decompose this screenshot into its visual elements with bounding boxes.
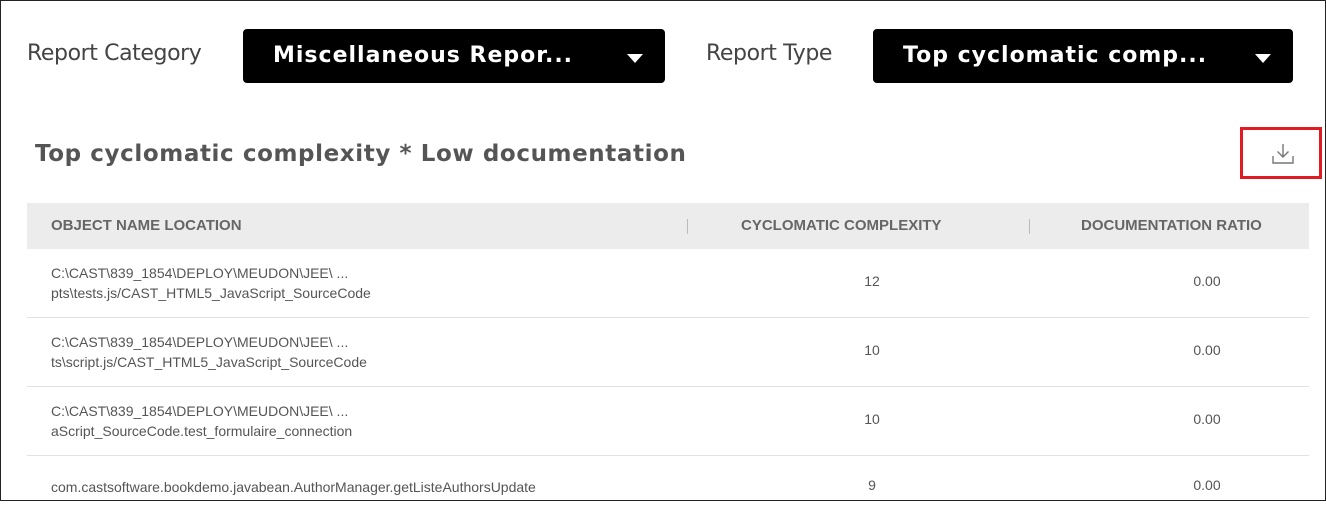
- report-category-label: Report Category: [27, 41, 202, 66]
- object-name-cell: C:\CAST\839_1854\DEPLOY\MEUDON\JEE\ ... …: [51, 332, 367, 372]
- object-name-cell: com.castsoftware.bookdemo.javabean.Autho…: [51, 477, 536, 497]
- section-title: Top cyclomatic complexity * Low document…: [35, 141, 687, 167]
- object-name-cell: C:\CAST\839_1854\DEPLOY\MEUDON\JEE\ ... …: [51, 401, 352, 441]
- report-category-select[interactable]: Miscellaneous Repor...: [243, 29, 665, 83]
- report-type-label: Report Type: [706, 41, 833, 66]
- column-divider: [687, 219, 688, 234]
- column-header-documentation-ratio[interactable]: DOCUMENTATION RATIO: [1081, 203, 1262, 249]
- column-divider: [1029, 219, 1030, 234]
- object-path-line: ts\script.js/CAST_HTML5_JavaScript_Sourc…: [51, 354, 367, 370]
- complexity-cell: 9: [868, 477, 876, 493]
- doc-ratio-cell: 0.00: [1193, 411, 1221, 427]
- table-header: OBJECT NAME LOCATION CYCLOMATIC COMPLEXI…: [27, 203, 1309, 249]
- chevron-down-icon: [1255, 54, 1271, 63]
- table-row[interactable]: C:\CAST\839_1854\DEPLOY\MEUDON\JEE\ ... …: [27, 249, 1309, 318]
- chevron-down-icon: [627, 54, 643, 63]
- complexity-cell: 10: [864, 411, 880, 427]
- doc-ratio-cell: 0.00: [1193, 342, 1221, 358]
- report-table: OBJECT NAME LOCATION CYCLOMATIC COMPLEXI…: [27, 203, 1309, 518]
- object-path-line: C:\CAST\839_1854\DEPLOY\MEUDON\JEE\ ...: [51, 334, 349, 350]
- object-name-cell: C:\CAST\839_1854\DEPLOY\MEUDON\JEE\ ... …: [51, 263, 371, 303]
- object-path-line: pts\tests.js/CAST_HTML5_JavaScript_Sourc…: [51, 285, 371, 301]
- download-icon: [1272, 144, 1294, 164]
- object-path-line: com.castsoftware.bookdemo.javabean.Autho…: [51, 479, 536, 495]
- column-header-object-name[interactable]: OBJECT NAME LOCATION: [51, 203, 242, 249]
- table-row[interactable]: com.castsoftware.bookdemo.javabean.Autho…: [27, 456, 1309, 518]
- table-row[interactable]: C:\CAST\839_1854\DEPLOY\MEUDON\JEE\ ... …: [27, 318, 1309, 387]
- object-path-line: C:\CAST\839_1854\DEPLOY\MEUDON\JEE\ ...: [51, 403, 349, 419]
- object-path-line: C:\CAST\839_1854\DEPLOY\MEUDON\JEE\ ...: [51, 265, 349, 281]
- doc-ratio-cell: 0.00: [1193, 273, 1221, 289]
- table-row[interactable]: C:\CAST\839_1854\DEPLOY\MEUDON\JEE\ ... …: [27, 387, 1309, 456]
- doc-ratio-cell: 0.00: [1193, 477, 1221, 493]
- complexity-cell: 10: [864, 342, 880, 358]
- report-type-value: Top cyclomatic comp...: [903, 43, 1208, 68]
- report-type-select[interactable]: Top cyclomatic comp...: [873, 29, 1293, 83]
- column-header-cyclomatic-complexity[interactable]: CYCLOMATIC COMPLEXITY: [741, 203, 942, 249]
- download-button[interactable]: [1240, 127, 1322, 179]
- object-path-line: aScript_SourceCode.test_formulaire_conne…: [51, 423, 353, 439]
- report-category-value: Miscellaneous Repor...: [273, 43, 574, 68]
- report-panel: Report Category Miscellaneous Repor... R…: [0, 0, 1326, 501]
- report-filters: Report Category Miscellaneous Repor... R…: [27, 27, 1317, 83]
- complexity-cell: 12: [864, 273, 880, 289]
